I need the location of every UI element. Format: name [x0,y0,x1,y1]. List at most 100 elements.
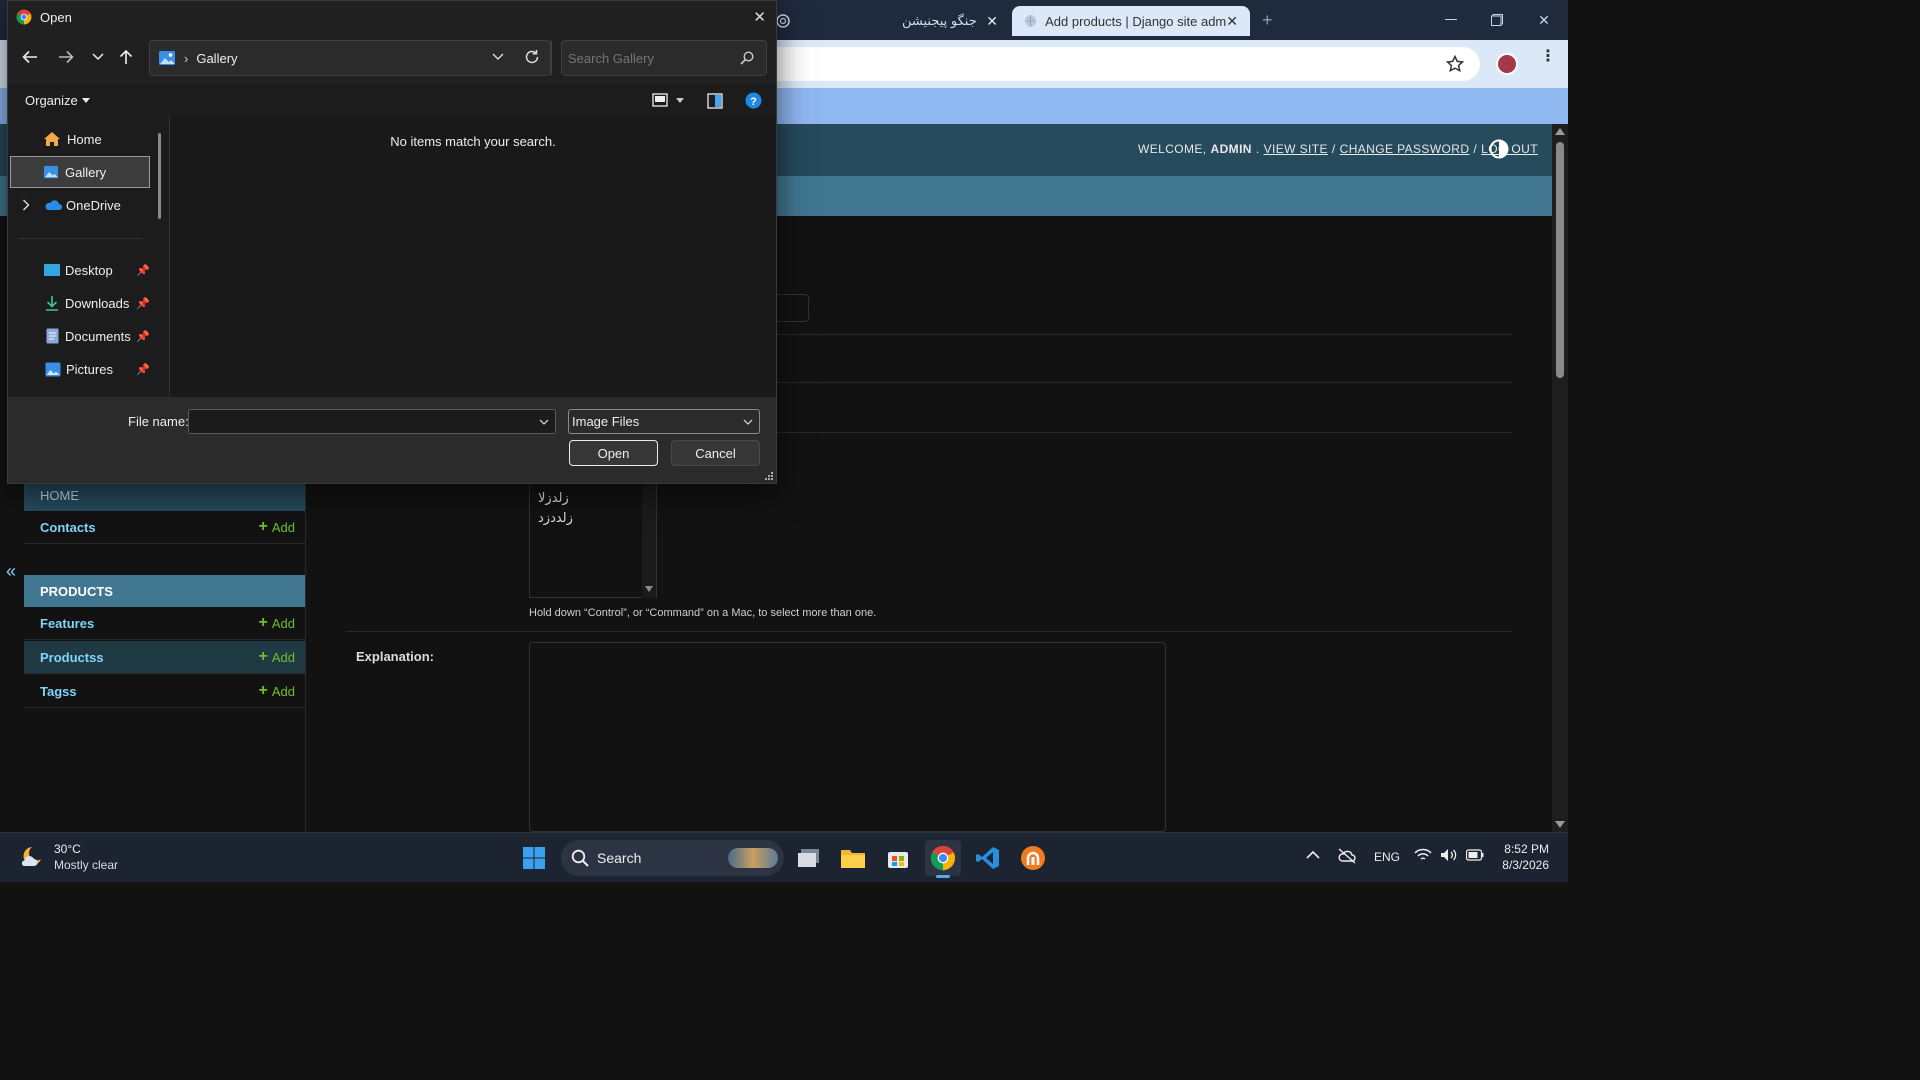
new-tab-button[interactable]: + [1262,10,1273,31]
pin-icon[interactable]: 📌 [136,330,150,343]
add-contacts-link[interactable]: + Add [259,518,295,536]
file-name-input[interactable] [188,409,556,434]
scroll-down-icon[interactable] [1555,821,1565,828]
scroll-thumb[interactable] [1556,142,1564,378]
gallery-icon [159,51,175,65]
close-dialog-button[interactable]: ✕ [753,8,766,26]
organize-label: Organize [25,93,78,108]
minimize-button[interactable] [1428,0,1474,40]
chrome-menu-icon[interactable]: ⋮ [1540,49,1556,65]
nav-item-documents[interactable]: Documents 📌 [10,320,150,352]
name-input-edge[interactable] [776,294,809,322]
pin-icon[interactable]: 📌 [136,264,150,277]
refresh-icon[interactable] [524,49,540,65]
open-file-dialog: Open ✕ › Gallery Organize [7,0,777,484]
explanation-textarea[interactable] [529,642,1166,832]
organize-button[interactable]: Organize [25,93,90,108]
vscode-button[interactable] [970,840,1006,876]
close-icon[interactable]: ✕ [1226,13,1238,30]
pin-icon[interactable]: 📌 [136,297,150,310]
nav-item-gallery[interactable]: Gallery [10,156,150,188]
vscode-icon [976,847,999,869]
select-scrollbar[interactable] [642,480,656,598]
separator: . [1255,142,1260,156]
address-path-box[interactable]: › Gallery [149,40,551,76]
sidebar-item-contacts: Contacts + Add [24,511,305,544]
weather-widget[interactable]: 30°C Mostly clear [18,841,118,873]
chevron-right-icon[interactable] [22,199,30,211]
restore-button[interactable] [1474,0,1520,40]
products-link[interactable]: Productss [40,650,104,665]
features-link[interactable]: Features [40,616,94,631]
forward-button[interactable] [52,43,80,71]
nav-scrollbar-thumb[interactable] [158,133,161,219]
view-options-button[interactable] [652,93,684,107]
close-window-button[interactable]: ✕ [1521,0,1567,40]
tab-favicon-chatgpt[interactable] [776,6,796,36]
store-button[interactable] [880,840,916,876]
search-input[interactable] [568,49,728,67]
open-button[interactable]: Open [569,440,658,466]
path-dropdown-icon[interactable] [492,53,504,61]
star-icon[interactable] [1446,55,1464,73]
nav-item-onedrive[interactable]: OneDrive [10,189,150,221]
arrow-up-icon [119,49,133,64]
preview-pane-button[interactable] [707,93,723,109]
breadcrumb-gallery[interactable]: Gallery [196,51,237,66]
chrome-taskbar-button[interactable] [925,840,961,878]
recent-locations-button[interactable] [84,43,112,71]
close-icon[interactable]: ✕ [986,13,998,30]
caret-down-icon [81,98,90,103]
scroll-down-icon[interactable] [645,586,653,592]
task-view-button[interactable] [791,840,827,876]
select-option[interactable]: زلدزلا [538,490,569,506]
clock[interactable]: 8:52 PM 8/3/2026 [1497,841,1549,873]
theme-toggle-icon[interactable] [1489,139,1509,159]
sidebar-products-caption[interactable]: PRODUCTS [24,575,305,607]
resize-grip-icon[interactable] [764,471,774,481]
cancel-button[interactable]: Cancel [671,440,760,466]
file-explorer-button[interactable] [835,840,871,876]
page-scrollbar[interactable] [1552,124,1568,832]
file-type-value: Image Files [572,414,640,429]
tab-add-products[interactable]: Add products | Django site adm ✕ [1012,6,1250,36]
cloud-off-icon[interactable] [1337,848,1357,864]
add-label: Add [271,519,295,535]
language-indicator[interactable]: ENG [1374,850,1400,864]
task-view-icon [798,849,819,867]
nav-item-pictures[interactable]: Pictures 📌 [10,353,150,385]
contacts-link[interactable]: Contacts [40,520,96,535]
tags-multiselect[interactable]: زلدزلا زلددزد [529,480,657,598]
tags-link[interactable]: Tagss [40,684,77,699]
search-icon[interactable] [740,51,754,65]
add-products-link[interactable]: + Add [259,648,295,666]
chevron-down-icon [743,419,753,425]
change-password-link[interactable]: CHANGE PASSWORD [1340,142,1470,156]
nav-item-downloads[interactable]: Downloads 📌 [10,287,150,319]
app-button[interactable] [1015,840,1051,876]
start-button[interactable] [516,840,552,876]
chevron-up-icon[interactable] [1306,850,1320,860]
nav-item-desktop[interactable]: Desktop 📌 [10,254,150,286]
file-type-select[interactable]: Image Files [568,409,760,434]
file-list-area[interactable]: No items match your search. [170,117,776,397]
profile-avatar[interactable] [1496,53,1518,75]
chevron-down-icon[interactable] [539,419,549,425]
address-bar[interactable] [776,47,1480,81]
select-option[interactable]: زلددزد [538,510,573,526]
scroll-up-icon[interactable] [1555,128,1565,135]
nav-item-home[interactable]: Home [10,123,150,155]
search-gallery-box[interactable] [561,40,767,76]
collapse-sidebar-button[interactable]: « [6,561,16,582]
back-button[interactable] [16,43,44,71]
help-button[interactable]: ? [745,92,762,109]
add-features-link[interactable]: + Add [259,614,295,632]
up-button[interactable] [112,43,140,71]
taskbar-search[interactable]: Search [561,840,784,876]
system-tray[interactable] [1414,848,1484,862]
view-site-link[interactable]: VIEW SITE [1264,142,1328,156]
tab-django-pagination[interactable]: جنگو پیجنیشن ✕ [890,6,1010,36]
user-tools: WELCOME, ADMIN. VIEW SITE / CHANGE PASSW… [1138,142,1538,156]
add-tags-link[interactable]: + Add [259,682,295,700]
pin-icon[interactable]: 📌 [136,363,150,376]
